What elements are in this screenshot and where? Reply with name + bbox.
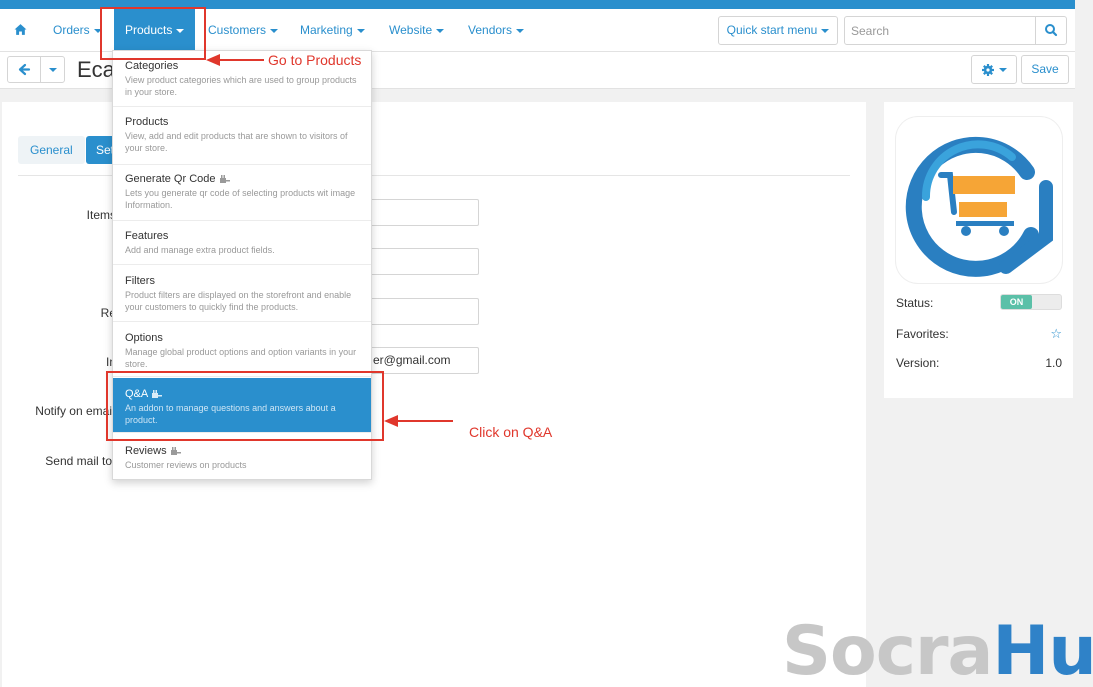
arrow-left-icon: [384, 415, 453, 427]
watermark-part2: Hub: [992, 612, 1093, 687]
arrow-left-icon: [206, 54, 264, 66]
annotation-go-to-products: Go to Products: [268, 52, 362, 68]
annotation-click-qa: Click on Q&A: [469, 424, 553, 440]
annotation-arrows: [206, 54, 453, 427]
watermark: SocraHub: [782, 618, 1093, 686]
watermark-part1: Socra: [782, 612, 993, 687]
